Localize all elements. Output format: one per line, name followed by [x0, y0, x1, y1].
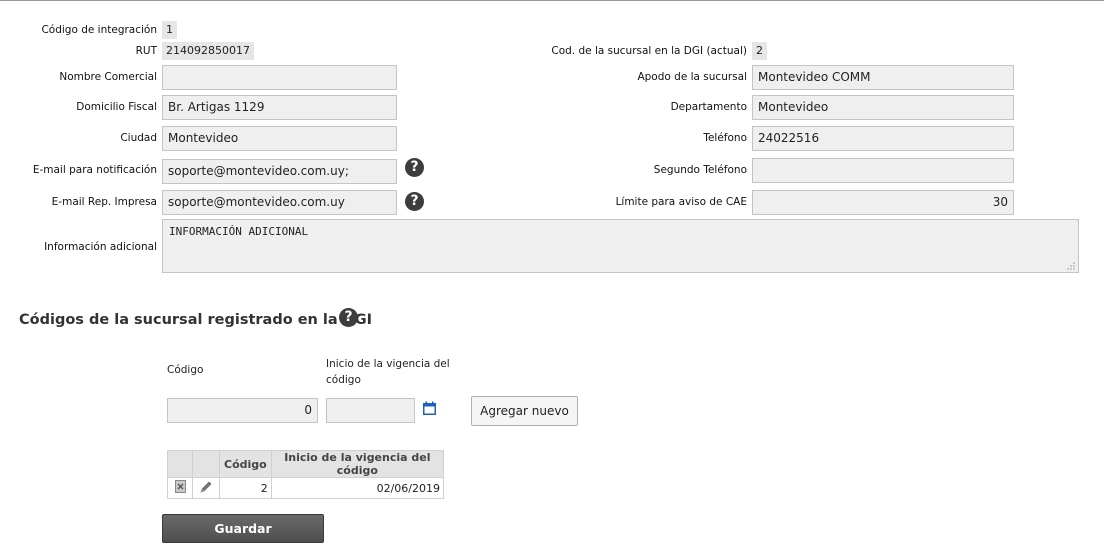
- table-row: 2 02/06/2019: [167, 477, 445, 499]
- domicilio-fiscal-label: Domicilio Fiscal: [76, 101, 157, 113]
- resize-grip-icon[interactable]: [1067, 262, 1075, 270]
- cod-sucursal-dgi-value: 2: [752, 42, 767, 60]
- codigo-integracion-label: Código de integración: [41, 24, 157, 36]
- codes-table-header-row: Código Inicio de la vigencia del código: [167, 450, 445, 478]
- top-divider: [0, 0, 1104, 1]
- edit-row-cell[interactable]: [192, 477, 220, 499]
- email-rep-impresa-input[interactable]: soporte@montevideo.com.uy: [162, 190, 397, 215]
- cod-sucursal-dgi-label: Cod. de la sucursal en la DGI (actual): [551, 45, 747, 57]
- email-rep-impresa-label: E-mail Rep. Impresa: [51, 196, 157, 208]
- codes-section-title: Códigos de la sucursal registrado en la …: [19, 312, 373, 328]
- apodo-sucursal-input[interactable]: Montevideo COMM: [752, 65, 1014, 90]
- apodo-sucursal-label: Apodo de la sucursal: [637, 71, 747, 83]
- edit-pencil-icon[interactable]: [199, 480, 213, 494]
- email-notificacion-input[interactable]: soporte@montevideo.com.uy;: [162, 159, 397, 184]
- domicilio-fiscal-input[interactable]: Br. Artigas 1129: [162, 95, 397, 120]
- row-codigo-cell: 2: [219, 477, 272, 499]
- telefono-label: Teléfono: [703, 132, 747, 144]
- departamento-label: Departamento: [670, 101, 747, 113]
- codigo-input[interactable]: 0: [167, 398, 318, 423]
- nombre-comercial-input[interactable]: [162, 65, 397, 90]
- telefono-input[interactable]: 24022516: [752, 126, 1014, 151]
- inicio-vigencia-label-line1: Inicio de la vigencia del: [326, 358, 450, 370]
- agregar-nuevo-button[interactable]: Agregar nuevo: [471, 396, 578, 426]
- limite-aviso-cae-input[interactable]: 30: [752, 190, 1014, 215]
- ciudad-label: Ciudad: [120, 132, 157, 144]
- info-adicional-textarea[interactable]: INFORMACIÓN ADICIONAL: [162, 219, 1079, 273]
- table-header-edit: [192, 450, 220, 478]
- ciudad-input[interactable]: Montevideo: [162, 126, 397, 151]
- table-header-delete: [167, 450, 193, 478]
- codigo-integracion-value: 1: [162, 21, 177, 39]
- email-notificacion-label: E-mail para notificación: [32, 164, 157, 176]
- table-header-inicio-vigencia: Inicio de la vigencia del código: [270, 450, 445, 478]
- delete-icon[interactable]: [174, 480, 186, 493]
- segundo-telefono-label: Segundo Teléfono: [653, 164, 747, 176]
- codes-table: Código Inicio de la vigencia del código …: [167, 450, 445, 499]
- rut-label: RUT: [135, 45, 157, 57]
- guardar-button[interactable]: Guardar: [162, 514, 324, 543]
- calendar-icon[interactable]: [422, 401, 437, 416]
- delete-row-cell[interactable]: [167, 477, 193, 499]
- info-adicional-label: Información adicional: [44, 241, 157, 253]
- limite-aviso-cae-label: Límite para aviso de CAE: [615, 196, 747, 208]
- inicio-vigencia-field-label: Inicio de la vigencia del código: [326, 356, 450, 388]
- table-header-codigo: Código: [219, 450, 272, 478]
- codes-section-help-icon[interactable]: ?: [339, 308, 358, 327]
- codigo-field-label: Código: [167, 364, 204, 376]
- departamento-input[interactable]: Montevideo: [752, 95, 1014, 120]
- rut-value: 214092850017: [162, 42, 254, 60]
- segundo-telefono-input[interactable]: [752, 158, 1014, 183]
- inicio-vigencia-label-line2: código: [326, 374, 361, 386]
- email-notificacion-help-icon[interactable]: ?: [405, 158, 424, 177]
- inicio-vigencia-input[interactable]: [326, 398, 415, 423]
- email-rep-impresa-help-icon[interactable]: ?: [405, 192, 424, 211]
- nombre-comercial-label: Nombre Comercial: [59, 71, 157, 83]
- row-inicio-vigencia-cell: 02/06/2019: [270, 477, 445, 499]
